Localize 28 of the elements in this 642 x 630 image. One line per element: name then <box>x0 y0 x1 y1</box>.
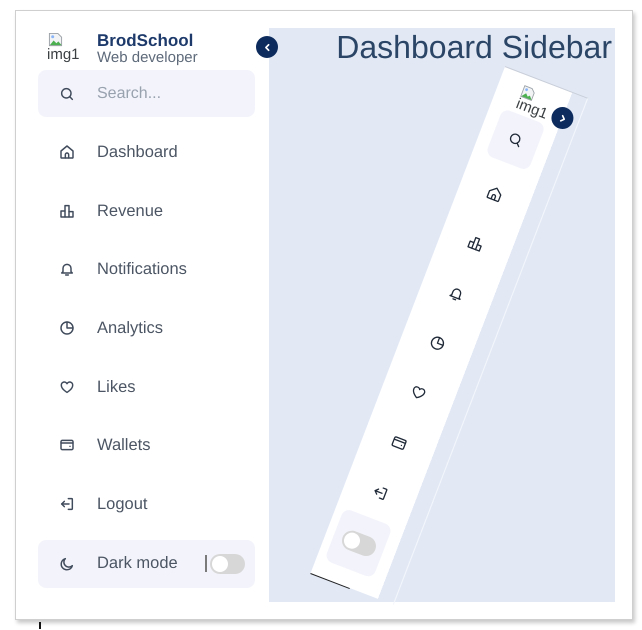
exit-arrow-icon <box>59 496 75 512</box>
toggle-switch[interactable] <box>210 554 245 574</box>
nav-item[interactable]: Notifications <box>59 259 187 280</box>
nav-item[interactable]: Analytics <box>59 318 164 338</box>
broken-image-icon <box>48 32 63 47</box>
user-role: Web developer <box>97 50 198 66</box>
text-cursor <box>205 555 207 572</box>
nav-item[interactable]: Likes <box>59 376 136 397</box>
wallet-icon <box>59 437 75 454</box>
image-alt-text: img1 <box>47 47 80 63</box>
page-title: Dashboard Sidebar <box>336 28 613 65</box>
bar-chart-icon <box>59 202 75 219</box>
brand-name: BrodSchool <box>97 32 194 50</box>
home-icon <box>59 144 75 160</box>
bell-icon <box>59 261 75 278</box>
nav-item[interactable]: Wallets <box>59 435 150 456</box>
pie-chart-icon <box>59 320 75 336</box>
nav-item[interactable]: Revenue <box>59 200 164 221</box>
nav-item[interactable]: Dashboard <box>59 142 178 162</box>
text-cursor <box>39 622 41 629</box>
heart-icon <box>59 378 75 395</box>
dark-mode-label: Dark mode <box>97 554 179 574</box>
nav-item[interactable]: Logout <box>59 494 148 514</box>
collapse-button[interactable] <box>256 36 278 58</box>
search-field[interactable]: Search... <box>38 70 255 117</box>
image-alt-text: img1 <box>514 96 549 122</box>
moon-icon <box>59 556 75 572</box>
search-icon <box>59 86 75 102</box>
